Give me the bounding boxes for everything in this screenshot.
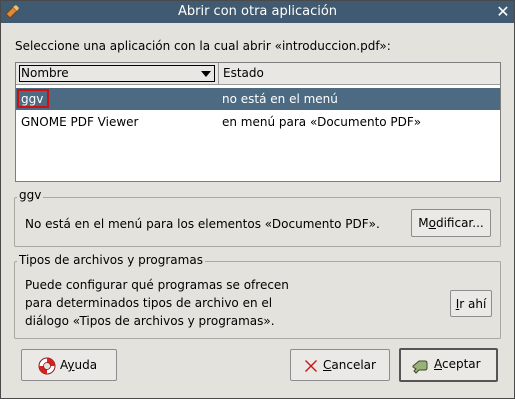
help-button-label: Ayuda — [60, 358, 98, 372]
app-info-text: No está en el menú para los elementos «D… — [25, 217, 380, 231]
file-types-frame-title: Tipos de archivos y programas — [17, 253, 205, 267]
modify-button[interactable]: Modificar... — [411, 209, 491, 237]
column-header-label: Estado — [223, 66, 264, 80]
cancel-button-label: Cancelar — [323, 358, 376, 372]
app-name: GNOME PDF Viewer — [21, 115, 139, 129]
go-there-button-label: Ir ahí — [455, 297, 487, 311]
list-item[interactable]: ggv no está en el menú — [16, 88, 500, 110]
hand-icon — [411, 357, 429, 378]
app-info-frame-title: ggv — [17, 188, 44, 202]
application-list[interactable]: Nombre Estado ggv no está en el menú GNO… — [15, 62, 501, 182]
window-title: Abrir con otra aplicación — [177, 4, 338, 19]
lifebuoy-icon — [38, 357, 56, 378]
list-item[interactable]: GNOME PDF Viewer en menú para «Documento… — [16, 111, 500, 133]
column-header-estado[interactable]: Estado — [219, 63, 500, 85]
accept-button[interactable]: Aceptar — [399, 348, 498, 382]
sort-arrow-icon — [201, 71, 211, 77]
app-state: no está en el menú — [222, 92, 338, 106]
go-there-button[interactable]: Ir ahí — [450, 290, 492, 317]
accept-button-label: Aceptar — [434, 357, 481, 371]
app-state: en menú para «Documento PDF» — [222, 115, 422, 129]
cancel-button[interactable]: Cancelar — [290, 349, 390, 381]
file-types-text-line: diálogo «Tipos de archivos y programas». — [25, 314, 275, 328]
dialog-window: Abrir con otra aplicación ✕ Seleccione u… — [0, 0, 515, 399]
file-types-text-line: para determinados tipos de archivo en el — [25, 296, 273, 310]
file-types-text-line: Puede configurar qué programas se ofrece… — [25, 278, 289, 292]
close-icon[interactable]: ✕ — [495, 3, 511, 21]
app-name: ggv — [21, 92, 44, 106]
prompt-text: Seleccione una aplicación con la cual ab… — [15, 39, 391, 53]
titlebar[interactable]: Abrir con otra aplicación ✕ — [1, 1, 514, 23]
cancel-x-icon — [303, 358, 319, 377]
column-header-nombre[interactable]: Nombre — [16, 63, 219, 85]
column-header-label: Nombre — [21, 66, 69, 80]
help-button[interactable]: Ayuda — [21, 349, 117, 381]
modify-button-label: Modificar... — [418, 216, 484, 230]
